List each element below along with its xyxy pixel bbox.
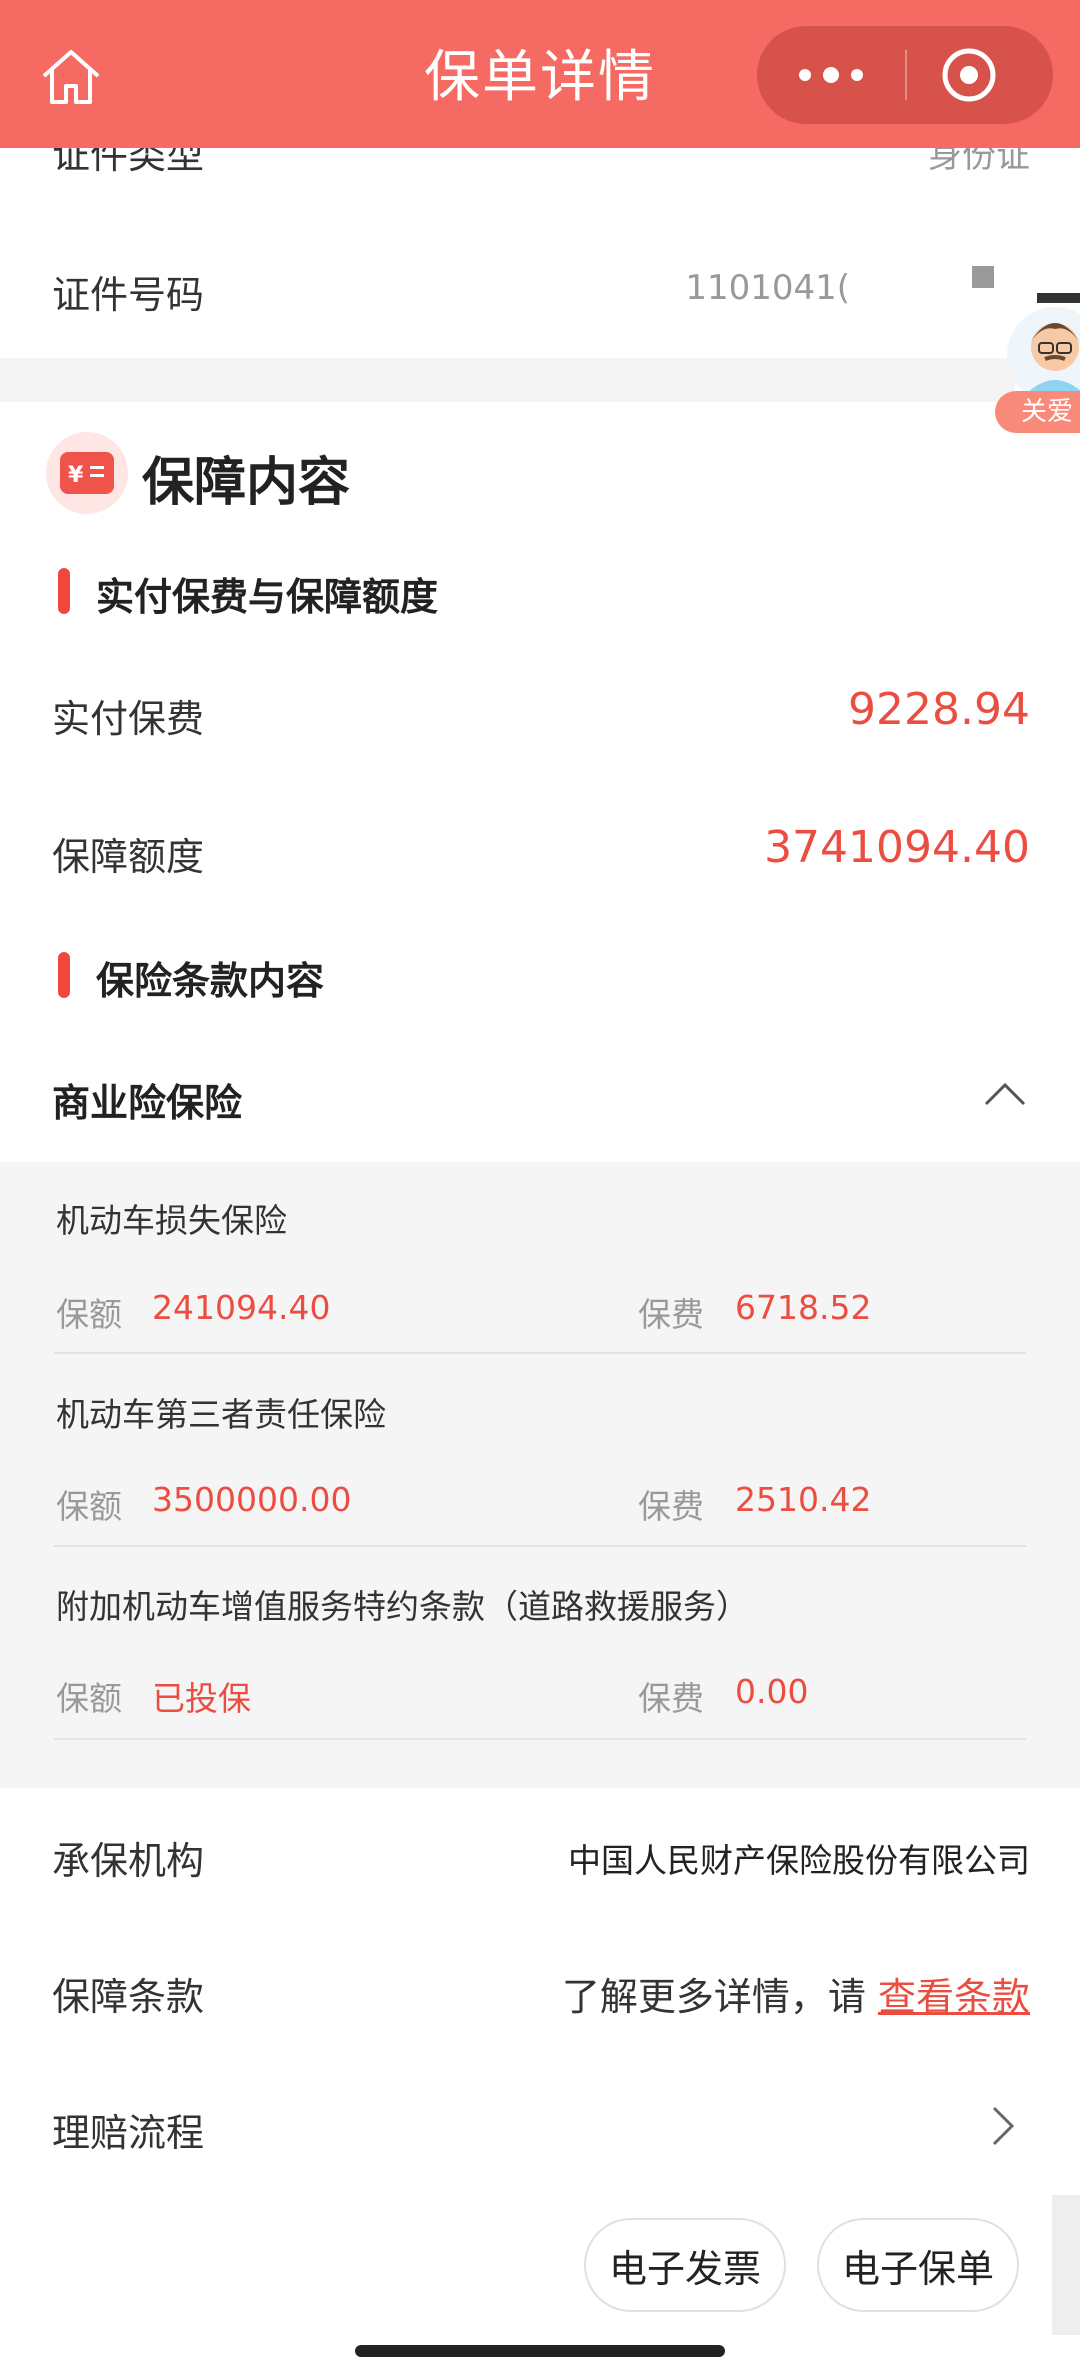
view-terms-link[interactable]: 查看条款 — [878, 1975, 1030, 2019]
coverage-item-fee: 0.00 — [735, 1672, 809, 1711]
chevron-up-icon[interactable] — [982, 1078, 1028, 1108]
subsection-bar — [58, 568, 70, 614]
coverage-amount-label: 保障额度 — [52, 835, 205, 879]
home-indicator — [355, 2345, 725, 2357]
paid-premium-label: 实付保费 — [52, 697, 205, 741]
scrollbar[interactable] — [1052, 2195, 1080, 2335]
item-separator — [54, 1738, 1026, 1740]
commercial-insurance-header[interactable]: 商业险保险 — [0, 1040, 1080, 1160]
chevron-right-icon — [990, 2104, 1016, 2148]
insurer-label: 承保机构 — [52, 1839, 205, 1883]
close-icon[interactable] — [925, 26, 1053, 124]
section-divider — [0, 1742, 1080, 1788]
cert-number-value: 1101041( — [685, 268, 850, 308]
coverage-item-amount-label: 保额 — [56, 1679, 122, 1718]
coverage-item-name: 机动车第三者责任保险 — [56, 1395, 386, 1434]
coverage-item-fee-label: 保费 — [638, 1295, 704, 1334]
coverage-item-amount-label: 保额 — [56, 1295, 122, 1334]
section-divider — [0, 358, 1080, 402]
coverage-item-fee: 6718.52 — [735, 1288, 872, 1327]
coverage-item-amount: 241094.40 — [152, 1288, 331, 1327]
terms-text: 了解更多详情，请 查看条款 — [562, 1966, 1030, 2021]
coverage-item-fee-label: 保费 — [638, 1679, 704, 1718]
terms-section-title: 保险条款内容 — [96, 959, 325, 1003]
commercial-insurance-title: 商业险保险 — [52, 1081, 243, 1125]
coverage-item-fee: 2510.42 — [735, 1480, 872, 1519]
item-separator — [54, 1352, 1026, 1354]
coverage-item-fee-label: 保费 — [638, 1487, 704, 1526]
terms-label: 保障条款 — [52, 1975, 205, 2019]
commercial-insurance-panel: 机动车损失保险 保额 241094.40 保费 6718.52 机动车第三者责任… — [0, 1162, 1080, 1742]
subsection-bar — [58, 952, 70, 998]
cert-number-label: 证件号码 — [52, 273, 205, 317]
coverage-item-name: 附加机动车增值服务特约条款（道路救援服务） — [56, 1587, 749, 1626]
top-nav-bar: 保单详情 — [0, 0, 1080, 148]
care-badge: 关爱 — [995, 391, 1080, 433]
e-policy-button[interactable]: 电子保单 — [817, 2218, 1019, 2312]
capsule-divider — [905, 50, 907, 100]
coverage-title: 保障内容 — [142, 453, 351, 513]
e-invoice-button[interactable]: 电子发票 — [584, 2218, 786, 2312]
service-avatar-button[interactable]: 关爱 — [995, 285, 1080, 440]
coverage-item-amount: 已投保 — [152, 1679, 251, 1718]
masked-block — [972, 266, 994, 288]
item-separator — [54, 1545, 1026, 1547]
coverage-item-name: 机动车损失保险 — [56, 1201, 287, 1240]
coverage-amount-value: 3741094.40 — [764, 822, 1030, 873]
coverage-item-amount-label: 保额 — [56, 1487, 122, 1526]
terms-prefix: 了解更多详情，请 — [561, 1975, 878, 2019]
paid-premium-value: 9228.94 — [848, 684, 1030, 735]
insurer-value: 中国人民财产保险股份有限公司 — [568, 1841, 1030, 1880]
claims-process-label: 理赔流程 — [52, 2111, 205, 2155]
premium-section-title: 实付保费与保障额度 — [96, 575, 439, 619]
coverage-item-amount: 3500000.00 — [152, 1480, 352, 1519]
coverage-icon: ¥ — [46, 432, 128, 514]
svg-text:¥: ¥ — [68, 463, 84, 488]
mini-program-capsule — [757, 26, 1053, 124]
more-icon[interactable] — [757, 26, 905, 124]
claims-process-row[interactable]: 理赔流程 — [0, 2070, 1080, 2180]
